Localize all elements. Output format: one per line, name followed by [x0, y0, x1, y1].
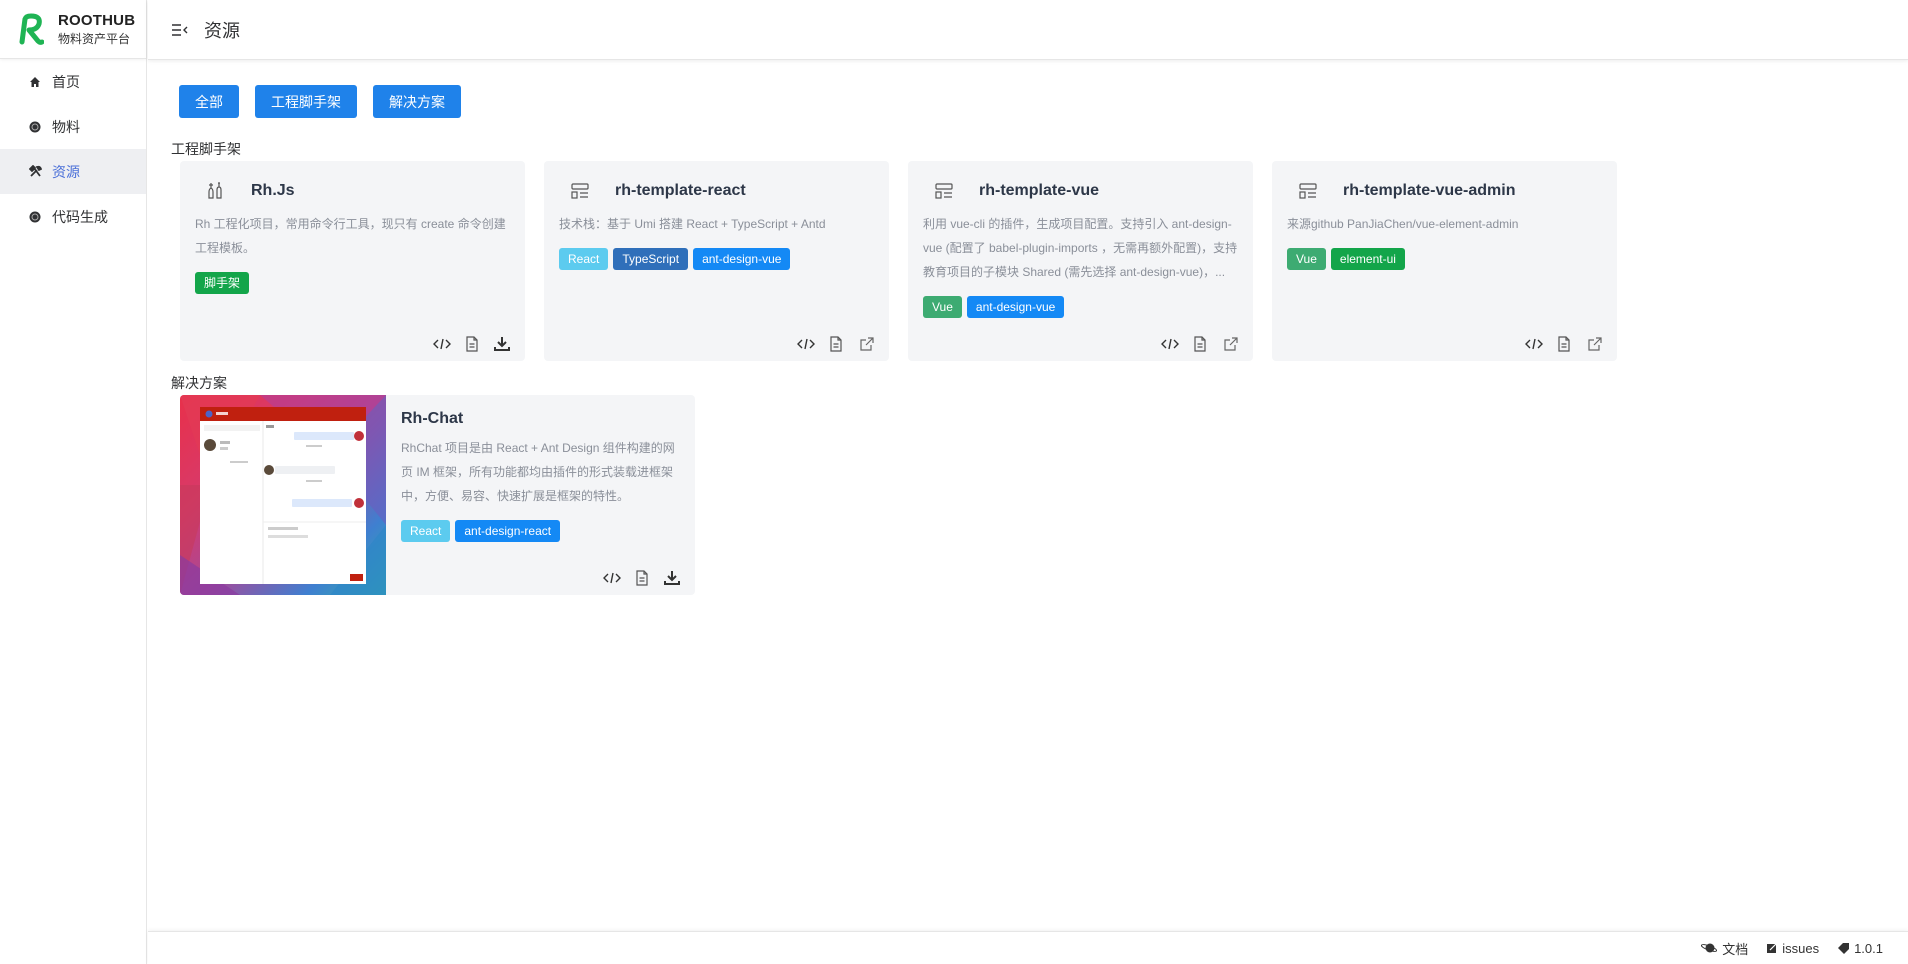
- footer-link-label: 文档: [1722, 941, 1749, 957]
- tag: ant-design-vue: [966, 296, 1065, 318]
- sidebar-item-codegen[interactable]: 代码生成: [0, 194, 146, 239]
- download-icon[interactable]: [493, 335, 511, 353]
- tools-icon: [28, 165, 42, 179]
- logo[interactable]: ROOTHUB 物料资产平台: [0, 0, 146, 59]
- circle-icon: [28, 210, 42, 224]
- download-icon[interactable]: [663, 569, 681, 587]
- sidebar-item-materials[interactable]: 物料: [0, 104, 146, 149]
- sidebar-menu: 首页 物料 资源 代码生成: [0, 59, 146, 239]
- solution-preview-image: [180, 395, 386, 595]
- document-icon[interactable]: [827, 335, 845, 353]
- tag-list: React TypeScript ant-design-vue: [559, 248, 874, 270]
- filter-bar: 全部 工程脚手架 解决方案: [179, 85, 1908, 118]
- footer-docs-link[interactable]: 文档: [1700, 939, 1748, 958]
- card-title: Rh.Js: [251, 182, 295, 199]
- header: 资源: [148, 0, 1908, 60]
- solution-card-body: Rh-Chat RhChat 项目是由 React + Ant Design 组…: [386, 395, 695, 595]
- document-icon[interactable]: [1191, 335, 1209, 353]
- home-icon: [28, 75, 42, 89]
- external-link-icon[interactable]: [1585, 335, 1603, 353]
- card-actions: [797, 335, 875, 353]
- tag-list: 脚手架: [195, 272, 510, 294]
- section-title-scaffold: 工程脚手架: [171, 141, 241, 157]
- tag: Vue: [1287, 248, 1326, 270]
- scaffold-card[interactable]: rh-template-react 技术栈：基于 Umi 搭建 React + …: [544, 161, 889, 361]
- tag: Vue: [923, 296, 962, 318]
- brand-subtitle: 物料资产平台: [58, 31, 131, 46]
- card-actions: [1525, 335, 1603, 353]
- scaffold-card[interactable]: rh-template-vue 利用 vue-cli 的插件，生成项目配置。支持…: [908, 161, 1253, 361]
- brand-name: ROOTHUB: [58, 11, 136, 29]
- sidebar-item-label: 代码生成: [52, 208, 108, 225]
- code-icon[interactable]: [603, 569, 621, 587]
- tag-icon: [1838, 943, 1850, 954]
- tag: React: [559, 248, 609, 270]
- tag: element-ui: [1330, 248, 1405, 270]
- footer: 文档 issues 1.0.1: [148, 931, 1908, 964]
- scaffold-card[interactable]: rh-template-vue-admin 来源github PanJiaChe…: [1272, 161, 1617, 361]
- card-title: rh-template-vue-admin: [1343, 182, 1516, 199]
- tag-list: Vue element-ui: [1287, 248, 1602, 270]
- document-icon[interactable]: [1555, 335, 1573, 353]
- card-description: RhChat 项目是由 React + Ant Design 组件构建的网页 I…: [401, 441, 675, 503]
- code-icon[interactable]: [1525, 335, 1543, 353]
- scaffold-card[interactable]: Rh.Js Rh 工程化项目，常用命令行工具，现只有 create 命令创建工程…: [180, 161, 525, 361]
- card-actions: [603, 569, 681, 587]
- footer-link-label: 1.0.1: [1854, 940, 1883, 956]
- planet-icon: [1701, 943, 1718, 953]
- card-title: Rh-Chat: [401, 410, 464, 427]
- code-icon[interactable]: [1161, 335, 1179, 353]
- section-title-solutions: 解决方案: [171, 375, 227, 391]
- footer-link-label: issues: [1782, 940, 1820, 956]
- external-link-icon[interactable]: [1221, 335, 1239, 353]
- main-content: 全部 工程脚手架 解决方案 工程脚手架 Rh.Js Rh 工程化项目，常用命令行…: [148, 61, 1908, 931]
- card-description: 来源github PanJiaChen/vue-element-admin: [1287, 217, 1519, 231]
- card-title: rh-template-react: [615, 182, 746, 199]
- filter-all-button[interactable]: 全部: [179, 85, 239, 118]
- sidebar-item-label: 首页: [52, 73, 80, 90]
- footer-issues-link[interactable]: issues: [1766, 941, 1819, 956]
- solution-card[interactable]: Rh-Chat RhChat 项目是由 React + Ant Design 组…: [180, 395, 695, 595]
- page-title: 资源: [204, 20, 240, 41]
- edit-icon: [1767, 943, 1777, 953]
- sidebar-item-resources[interactable]: 资源: [0, 149, 146, 194]
- template-icon: [933, 180, 955, 202]
- filter-scaffold-button[interactable]: 工程脚手架: [255, 85, 357, 118]
- scaffold-cards: Rh.Js Rh 工程化项目，常用命令行工具，现只有 create 命令创建工程…: [180, 161, 1908, 361]
- code-icon[interactable]: [433, 335, 451, 353]
- roothub-logo-icon: [19, 13, 44, 45]
- tag: 脚手架: [195, 272, 250, 294]
- tag: TypeScript: [613, 248, 689, 270]
- tag: ant-design-react: [455, 520, 561, 542]
- tag: ant-design-vue: [693, 248, 791, 270]
- tools-icon: [205, 180, 227, 202]
- sidebar-item-label: 资源: [52, 163, 80, 180]
- template-icon: [569, 180, 591, 202]
- external-link-icon[interactable]: [857, 335, 875, 353]
- card-actions: [433, 335, 511, 353]
- sidebar-item-home[interactable]: 首页: [0, 59, 146, 104]
- menu-fold-icon[interactable]: [170, 20, 190, 40]
- tag-list: React ant-design-react: [401, 520, 680, 542]
- document-icon[interactable]: [633, 569, 651, 587]
- code-icon[interactable]: [797, 335, 815, 353]
- card-description: Rh 工程化项目，常用命令行工具，现只有 create 命令创建工程模板。: [195, 217, 506, 255]
- card-actions: [1161, 335, 1239, 353]
- card-description: 技术栈：基于 Umi 搭建 React + TypeScript + Antd: [559, 217, 826, 231]
- footer-version[interactable]: 1.0.1: [1837, 941, 1883, 956]
- document-icon[interactable]: [463, 335, 481, 353]
- card-title: rh-template-vue: [979, 182, 1100, 199]
- tag: React: [401, 520, 451, 542]
- filter-solutions-button[interactable]: 解决方案: [373, 85, 461, 118]
- circle-icon: [28, 120, 42, 134]
- sidebar-item-label: 物料: [52, 118, 80, 135]
- sidebar: ROOTHUB 物料资产平台 首页 物料 资源 代码生成: [0, 0, 147, 964]
- tag-list: Vue ant-design-vue: [923, 296, 1238, 318]
- template-icon: [1297, 180, 1319, 202]
- card-description: 利用 vue-cli 的插件，生成项目配置。支持引入 ant-design-vu…: [923, 217, 1238, 279]
